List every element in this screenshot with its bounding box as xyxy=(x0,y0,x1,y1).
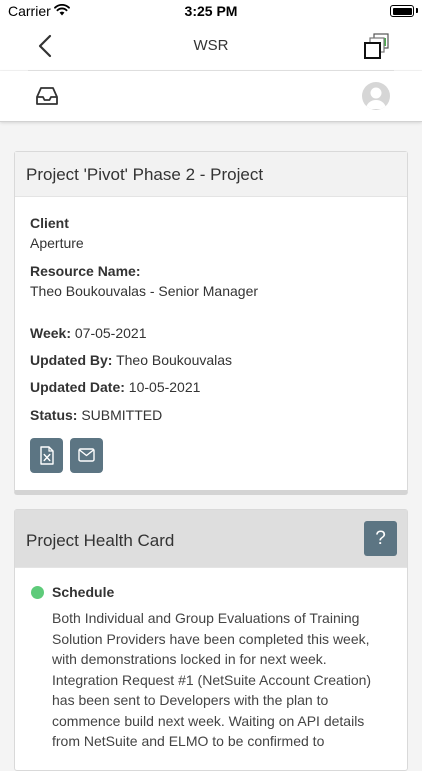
envelope-icon xyxy=(78,448,95,462)
week-label: Week: xyxy=(30,325,71,341)
updated-by-value: Theo Boukouvalas xyxy=(116,352,233,368)
inbox-tray-icon xyxy=(36,87,58,105)
report-card-header: Project 'Pivot' Phase 2 - Project xyxy=(15,152,407,197)
schedule-status-dot xyxy=(31,586,44,599)
navigation-bar: WSR xyxy=(0,22,422,70)
excel-file-icon xyxy=(40,446,54,465)
updated-by-row: Updated By: Theo Boukouvalas xyxy=(30,352,232,368)
export-excel-button[interactable] xyxy=(30,438,63,473)
schedule-description: Both Individual and Group Evaluations of… xyxy=(52,610,372,749)
client-value: Aperture xyxy=(30,235,84,251)
report-card: Project 'Pivot' Phase 2 - Project Client… xyxy=(14,151,408,495)
user-avatar-button[interactable] xyxy=(362,82,390,110)
resource-name-label: Resource Name: xyxy=(30,263,141,279)
inbox-button[interactable] xyxy=(34,83,60,109)
battery-icon xyxy=(390,5,414,17)
client-label: Client xyxy=(30,215,69,231)
stacked-windows-icon xyxy=(364,33,389,59)
sub-toolbar xyxy=(0,71,422,122)
switch-window-button[interactable] xyxy=(362,30,392,60)
week-row: Week: 07-05-2021 xyxy=(30,325,147,341)
updated-date-row: Updated Date: 10-05-2021 xyxy=(30,379,200,395)
health-card: Project Health Card ? Schedule Both Indi… xyxy=(14,509,408,771)
health-card-header: Project Health Card ? xyxy=(15,510,407,568)
report-card-title: Project 'Pivot' Phase 2 - Project xyxy=(26,165,264,184)
updated-date-label: Updated Date: xyxy=(30,379,125,395)
status-row: Status: SUBMITTED xyxy=(30,407,162,423)
status-label: Status: xyxy=(30,407,78,423)
status-bar: Carrier 3:25 PM xyxy=(0,0,422,22)
page-title: WSR xyxy=(193,37,229,54)
updated-by-label: Updated By: xyxy=(30,352,113,368)
updated-date-value: 10-05-2021 xyxy=(128,379,201,395)
clock: 3:25 PM xyxy=(184,3,238,19)
week-value: 07-05-2021 xyxy=(74,325,147,341)
schedule-label: Schedule xyxy=(52,584,115,600)
help-button[interactable]: ? xyxy=(364,521,397,556)
battery-level xyxy=(392,7,412,15)
status-value: SUBMITTED xyxy=(81,407,163,423)
resource-name-value: Theo Boukouvalas - Senior Manager xyxy=(30,283,259,299)
user-avatar-icon xyxy=(366,87,386,109)
email-report-button[interactable] xyxy=(70,438,103,473)
battery-tip xyxy=(416,8,418,13)
health-card-title: Project Health Card xyxy=(26,531,175,550)
